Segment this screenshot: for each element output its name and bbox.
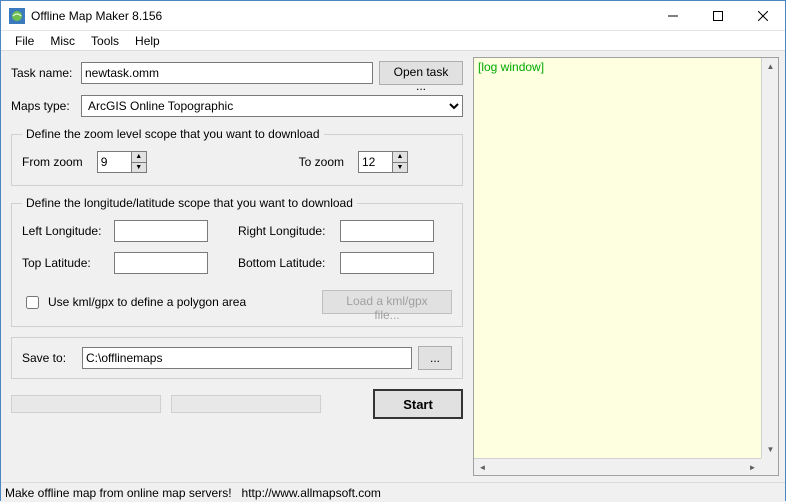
- maps-type-label: Maps type:: [11, 99, 75, 113]
- browse-button[interactable]: ...: [418, 346, 452, 370]
- to-zoom-label: To zoom: [299, 155, 344, 169]
- titlebar: Offline Map Maker 8.156: [1, 1, 785, 31]
- minimize-button[interactable]: [650, 1, 695, 31]
- use-kml-label: Use kml/gpx to define a polygon area: [48, 295, 246, 309]
- use-kml-checkbox[interactable]: [26, 296, 39, 309]
- top-lat-input[interactable]: [114, 252, 208, 274]
- zoom-scope-group: Define the zoom level scope that you wan…: [11, 127, 463, 186]
- from-zoom-down[interactable]: ▼: [131, 162, 147, 174]
- from-zoom-label: From zoom: [22, 155, 83, 169]
- window-title: Offline Map Maker 8.156: [31, 9, 162, 23]
- bottom-lat-label: Bottom Latitude:: [238, 256, 334, 270]
- app-icon: [9, 8, 25, 24]
- log-window[interactable]: [log window] ▲ ▼ ◄ ►: [473, 57, 779, 476]
- scroll-up-icon[interactable]: ▲: [762, 58, 779, 75]
- right-lon-input[interactable]: [340, 220, 434, 242]
- load-kml-button: Load a kml/gpx file...: [322, 290, 452, 314]
- scroll-down-icon[interactable]: ▼: [762, 441, 779, 458]
- from-zoom-up[interactable]: ▲: [131, 151, 147, 162]
- progress-bar-2: [171, 395, 321, 413]
- maps-type-select[interactable]: ArcGIS Online Topographic: [81, 95, 463, 117]
- open-task-button[interactable]: Open task ...: [379, 61, 463, 85]
- save-to-label: Save to:: [22, 351, 76, 365]
- progress-bar-1: [11, 395, 161, 413]
- menu-misc[interactable]: Misc: [42, 32, 83, 50]
- zoom-scope-legend: Define the zoom level scope that you wan…: [22, 127, 324, 141]
- task-name-label: Task name:: [11, 66, 75, 80]
- menu-help[interactable]: Help: [127, 32, 168, 50]
- menubar: File Misc Tools Help: [1, 31, 785, 51]
- status-url[interactable]: http://www.allmapsoft.com: [242, 486, 381, 500]
- right-lon-label: Right Longitude:: [238, 224, 334, 238]
- close-button[interactable]: [740, 1, 785, 31]
- scroll-right-icon[interactable]: ►: [744, 459, 761, 476]
- left-panel: Task name: Open task ... Maps type: ArcG…: [1, 51, 471, 482]
- maximize-button[interactable]: [695, 1, 740, 31]
- left-lon-label: Left Longitude:: [22, 224, 108, 238]
- to-zoom-up[interactable]: ▲: [392, 151, 408, 162]
- save-group: Save to: ...: [11, 337, 463, 379]
- lonlat-scope-legend: Define the longitude/latitude scope that…: [22, 196, 357, 210]
- task-name-input[interactable]: [81, 62, 373, 84]
- lonlat-scope-group: Define the longitude/latitude scope that…: [11, 196, 463, 327]
- to-zoom-down[interactable]: ▼: [392, 162, 408, 174]
- log-placeholder: [log window]: [478, 60, 544, 74]
- statusbar: Make offline map from online map servers…: [1, 482, 785, 502]
- log-horizontal-scrollbar[interactable]: ◄ ►: [474, 458, 761, 475]
- bottom-lat-input[interactable]: [340, 252, 434, 274]
- left-lon-input[interactable]: [114, 220, 208, 242]
- save-to-input[interactable]: [82, 347, 412, 369]
- log-vertical-scrollbar[interactable]: ▲ ▼: [761, 58, 778, 458]
- from-zoom-input[interactable]: [97, 151, 131, 173]
- status-text: Make offline map from online map servers…: [5, 486, 232, 500]
- start-button[interactable]: Start: [373, 389, 463, 419]
- scroll-corner: [761, 458, 778, 475]
- menu-file[interactable]: File: [7, 32, 42, 50]
- top-lat-label: Top Latitude:: [22, 256, 108, 270]
- to-zoom-input[interactable]: [358, 151, 392, 173]
- scroll-left-icon[interactable]: ◄: [474, 459, 491, 476]
- menu-tools[interactable]: Tools: [83, 32, 127, 50]
